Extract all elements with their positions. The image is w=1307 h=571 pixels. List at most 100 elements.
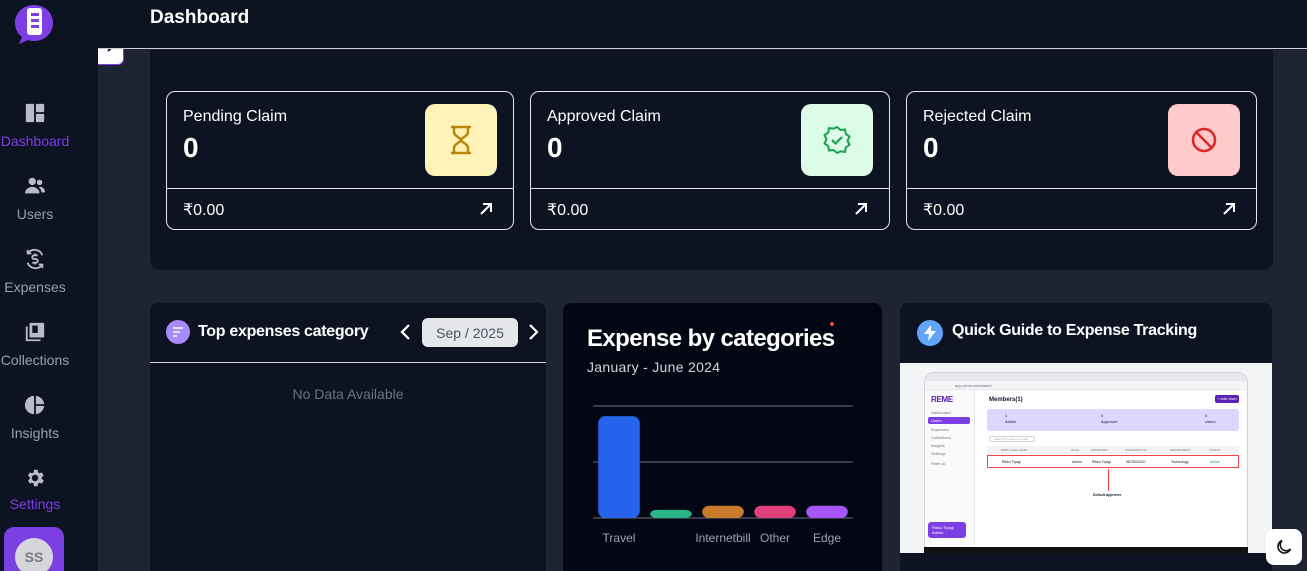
sidebar-item-dashboard[interactable]: Dashboard <box>0 102 70 149</box>
empty-state: No Data Available <box>292 386 404 402</box>
divider <box>531 188 889 189</box>
expenses-icon <box>26 248 44 270</box>
panel-title: Top expenses category <box>198 323 369 340</box>
chevron-right-icon[interactable] <box>525 323 541 341</box>
mini-nav-item: Expenses <box>931 427 949 432</box>
arrow-up-right-icon[interactable] <box>1220 200 1238 218</box>
stat-amount: ₹0.00 <box>923 202 965 219</box>
chart-bar[interactable] <box>806 505 848 518</box>
chart-bar[interactable] <box>754 505 796 518</box>
stat-title: Pending Claim <box>183 108 288 125</box>
mini-logo: REME <box>931 395 953 404</box>
mini-stats: 1 Admin 0 Approver 0 Users <box>987 409 1239 431</box>
divider <box>167 188 513 189</box>
browser-tab-bar <box>925 373 1247 381</box>
gear-icon <box>27 469 44 487</box>
mini-nav-item: Collections <box>931 435 951 440</box>
mini-nav-item: Settings <box>931 451 946 456</box>
stat-title: Approved Claim <box>547 108 661 125</box>
chart-tick-label: Edge <box>813 531 841 545</box>
stat-count: 0 <box>547 132 563 163</box>
hourglass-icon <box>451 125 471 155</box>
month-picker[interactable]: Sep / 2025 <box>422 318 518 347</box>
expense-by-categories-panel: Expense by categories January - June 202… <box>563 303 882 571</box>
panel-title: Quick Guide to Expense Tracking <box>952 322 1197 339</box>
stat-amount: ₹0.00 <box>547 202 589 219</box>
mini-callout-arrow <box>1108 469 1109 491</box>
sidebar-item-users[interactable]: Users <box>0 175 70 222</box>
chart-bar[interactable] <box>650 509 692 518</box>
mini-nav-item: Insights <box>931 443 945 448</box>
stat-icon-box <box>801 104 873 176</box>
collections-icon <box>25 322 45 342</box>
divider <box>150 362 546 363</box>
mini-add-user-button: + Add User <box>1215 395 1239 403</box>
block-icon <box>1191 127 1217 153</box>
stat-count: 0 <box>183 132 199 163</box>
mini-nav-item: Dashboard <box>931 410 951 415</box>
mini-nav-item: Refer AI <box>931 461 946 466</box>
mini-stat: 0 Approver <box>1101 413 1118 424</box>
stat-title: Rejected Claim <box>923 108 1032 125</box>
app-logo <box>15 5 53 44</box>
claims-summary-panel: Pending Claim 0 ₹0.00 Approved Claim 0 ₹… <box>150 50 1273 270</box>
quick-guide-panel: Quick Guide to Expense Tracking app.reme… <box>900 303 1272 571</box>
chart-tick-label: Internetbill <box>695 531 750 545</box>
page-title: Dashboard <box>150 7 250 28</box>
chart-bar[interactable] <box>598 416 640 518</box>
expense-bar-chart: Travel Internetbill Other Edge <box>593 405 853 545</box>
rejected-claim-card[interactable]: Rejected Claim 0 ₹0.00 <box>906 91 1257 230</box>
arrow-up-right-icon[interactable] <box>477 200 495 218</box>
guide-video[interactable]: app.reme.com/users REME Dashboard Users … <box>900 363 1272 553</box>
list-icon <box>166 320 190 344</box>
stat-icon-box <box>425 104 497 176</box>
sidebar: Dashboard Users Expenses Collections Ins… <box>0 0 98 571</box>
stat-count: 0 <box>923 132 939 163</box>
sidebar-item-insights[interactable]: Insights <box>0 394 70 441</box>
mini-stat: 1 Admin <box>1005 413 1017 424</box>
browser-address-bar: app.reme.com/users <box>925 381 1247 390</box>
pending-claim-card[interactable]: Pending Claim 0 ₹0.00 <box>166 91 514 230</box>
video-progress-bar <box>924 547 1248 553</box>
sidebar-item-label: Dashboard <box>0 133 70 149</box>
users-icon <box>24 177 46 194</box>
sidebar-item-label: Settings <box>9 496 61 512</box>
avatar[interactable]: SS <box>15 538 53 571</box>
theme-toggle-button[interactable] <box>1266 529 1302 565</box>
chart-tick-label: Travel <box>603 531 636 545</box>
sidebar-item-label: Users <box>16 206 54 222</box>
top-expenses-panel: Top expenses category Sep / 2025 No Data… <box>150 303 546 571</box>
arrow-up-right-icon[interactable] <box>852 200 870 218</box>
moon-icon <box>1277 539 1292 554</box>
sidebar-item-label: Collections <box>0 352 70 368</box>
mini-stat: 0 Users <box>1205 413 1216 424</box>
lightning-icon <box>917 320 943 346</box>
approved-claim-card[interactable]: Approved Claim 0 ₹0.00 <box>530 91 890 230</box>
dashboard-icon <box>25 103 45 123</box>
mini-search: Search by name or email <box>989 436 1035 442</box>
stat-amount: ₹0.00 <box>183 202 225 219</box>
sidebar-item-collections[interactable]: Collections <box>0 321 70 368</box>
mini-user-role: Admin <box>932 530 944 535</box>
mini-callout-text: Default Approver <box>1093 493 1122 497</box>
stat-icon-box <box>1168 104 1240 176</box>
mini-user-card: Rikku Tiyagi Admin <box>928 522 966 538</box>
sidebar-item-label: Expenses <box>4 279 66 295</box>
sidebar-item-expenses[interactable]: Expenses <box>0 248 70 295</box>
user-card[interactable]: SS <box>4 527 64 571</box>
sidebar-item-label: Insights <box>10 425 60 441</box>
guide-screenshot: app.reme.com/users REME Dashboard Users … <box>924 372 1248 548</box>
mini-sidebar: REME Dashboard Users Expenses Collection… <box>925 390 975 547</box>
sidebar-item-settings[interactable]: Settings <box>0 467 70 512</box>
mini-page-title: Members(1) <box>989 397 1023 403</box>
chevron-left-icon[interactable] <box>398 323 414 341</box>
insights-icon <box>24 395 45 415</box>
divider <box>907 188 1256 189</box>
mini-table-row: Rikku Tiyagi Admin Rikku Tiyagi 98765432… <box>987 455 1239 468</box>
chart-bar[interactable] <box>702 505 744 518</box>
mini-table-header: EMPLOYEE NAME ROLE APPROVER WHATSAPP NO … <box>987 446 1239 454</box>
verified-badge-icon <box>823 125 851 155</box>
chart-tick-label: Other <box>760 531 790 545</box>
mini-nav-item: Users <box>928 417 970 424</box>
header: Dashboard <box>98 0 1307 49</box>
